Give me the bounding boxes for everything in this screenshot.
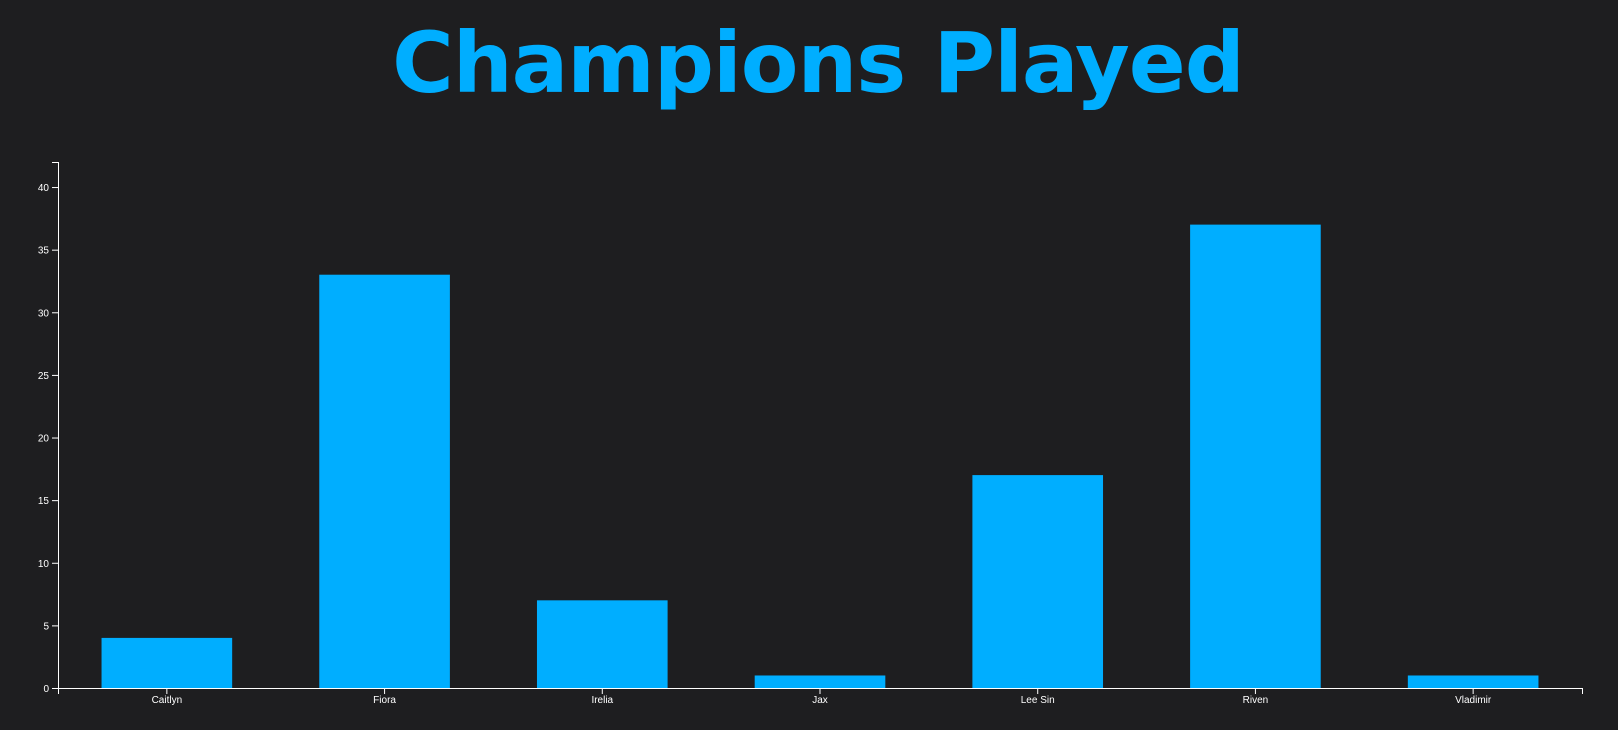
x-tick-label: Riven <box>1243 695 1269 706</box>
chart-page: Champions Played 0 5 10 15 20 25 30 35 40 Caitly… <box>0 0 1618 730</box>
bar <box>754 675 886 688</box>
y-axis-line <box>52 162 59 689</box>
y-tick-label: 30 <box>38 308 50 319</box>
bar <box>1190 224 1321 688</box>
x-tick-label: Caitlyn <box>152 695 183 706</box>
bar <box>1407 675 1539 688</box>
bar-chart: 0 5 10 15 20 25 30 35 40 Caitlyn Fiora Irelia Jax Le… <box>38 162 1583 706</box>
x-tick-label: Jax <box>812 695 828 706</box>
y-tick-label: 15 <box>38 496 50 507</box>
bar <box>319 274 450 688</box>
y-tick-label: 20 <box>38 434 50 445</box>
y-axis: 0 5 10 15 20 25 30 35 40 <box>38 162 59 695</box>
y-tick-label: 0 <box>43 684 49 695</box>
bar <box>972 475 1104 688</box>
x-tick-label: Lee Sin <box>1021 695 1055 706</box>
y-tick-label: 35 <box>38 246 50 257</box>
x-axis: Caitlyn Fiora Irelia Jax Lee Sin Riven Vladimi… <box>58 688 1583 706</box>
y-tick-label: 5 <box>43 621 49 632</box>
x-tick-label: Irelia <box>591 695 613 706</box>
y-tick-label: 10 <box>38 559 50 570</box>
x-tick-label: Vladimir <box>1455 695 1492 706</box>
bar <box>101 637 233 688</box>
y-tick-label: 25 <box>38 371 50 382</box>
bar <box>536 600 668 688</box>
bars-group <box>101 224 1539 688</box>
x-tick-label: Fiora <box>373 695 396 706</box>
y-tick-label: 40 <box>38 183 50 194</box>
